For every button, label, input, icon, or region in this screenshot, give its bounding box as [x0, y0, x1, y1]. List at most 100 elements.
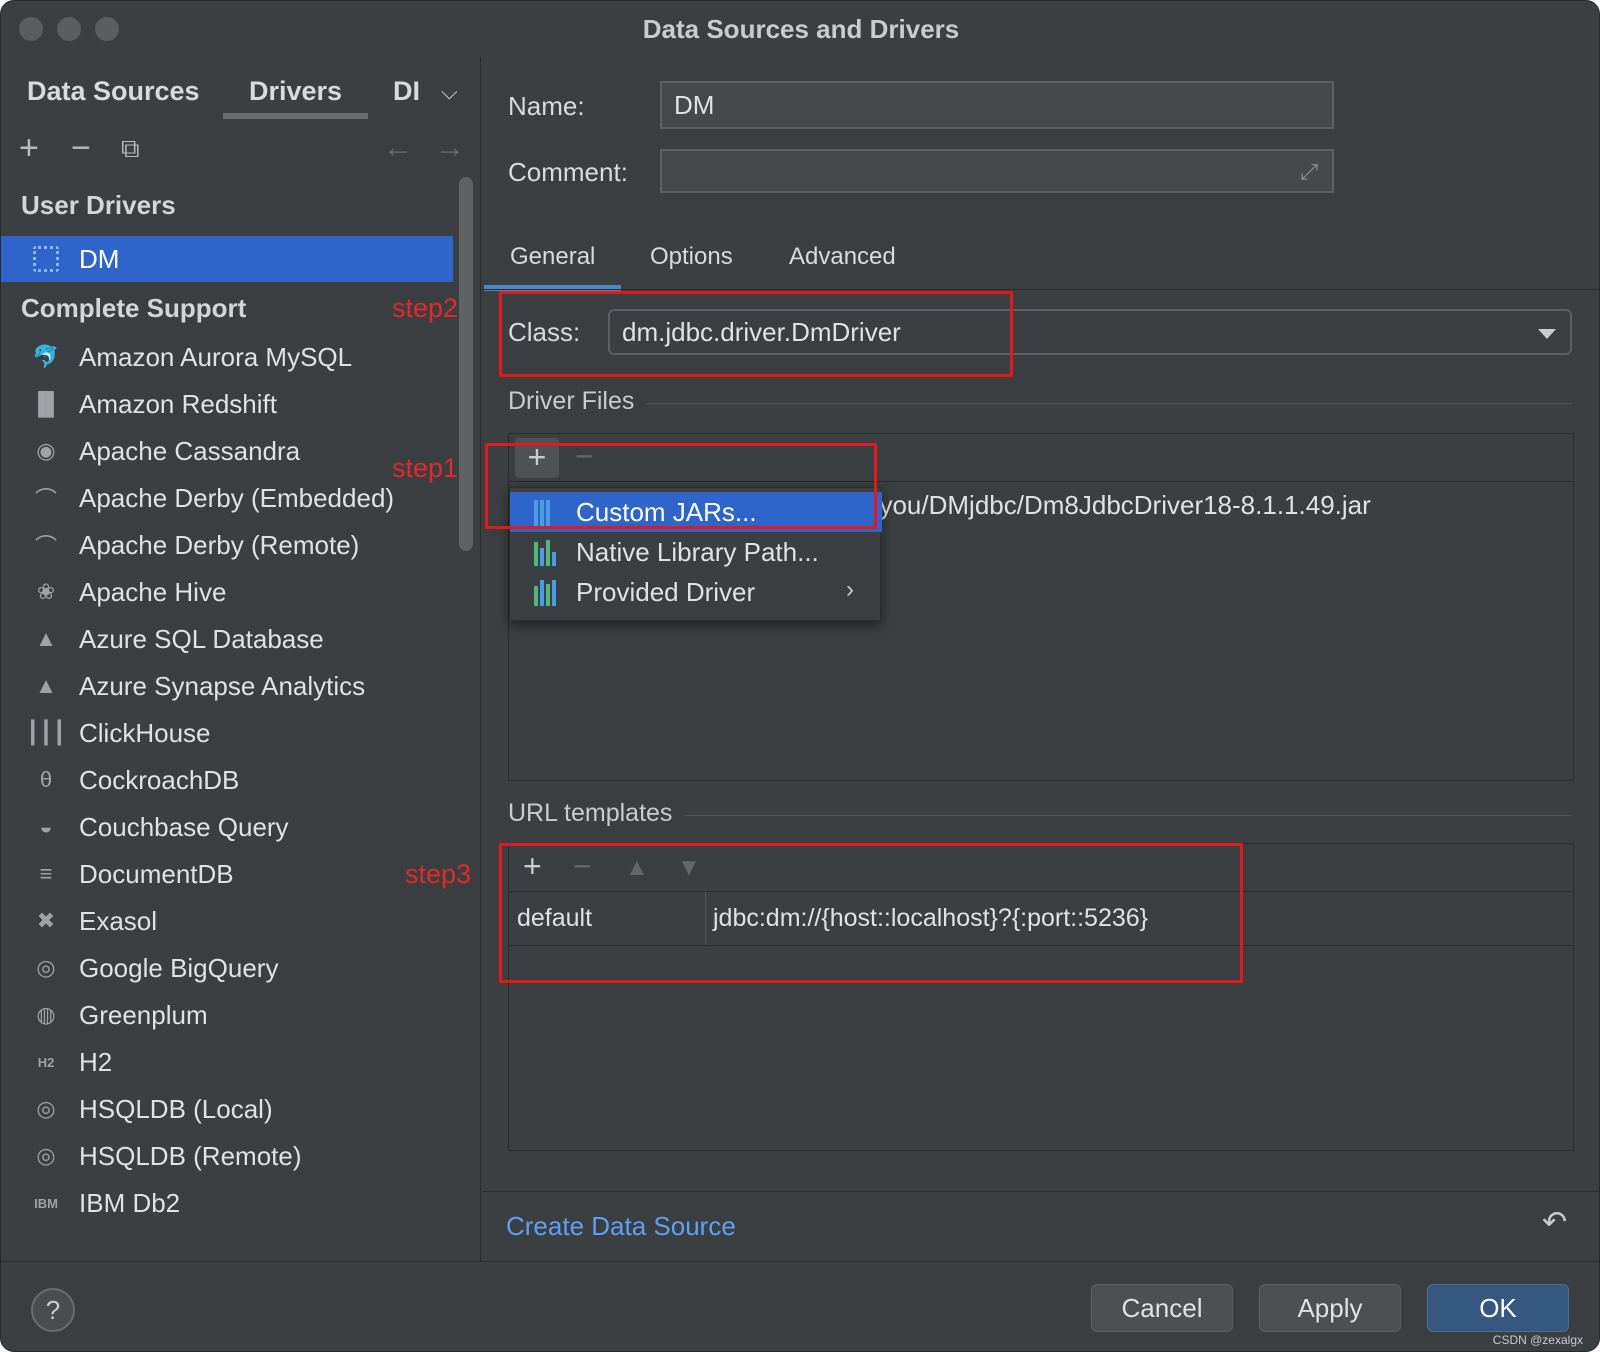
menu-item-native-library-path[interactable]: Native Library Path...	[510, 532, 882, 572]
menu-item-label: Native Library Path...	[576, 536, 819, 567]
cancel-button[interactable]: Cancel	[1091, 1284, 1233, 1332]
driver-label: Apache Cassandra	[79, 435, 301, 466]
driver-label: Amazon Aurora MySQL	[79, 341, 353, 372]
driver-item[interactable]: ◎ Google BigQuery	[1, 945, 453, 991]
back-arrow-icon[interactable]: ←	[383, 123, 413, 173]
driver-label: ClickHouse	[79, 717, 211, 748]
zoom-window-button[interactable]	[95, 17, 119, 41]
driver-item[interactable]: 🐬 Amazon Aurora MySQL	[1, 334, 453, 380]
dolphin-icon: 🐬	[32, 344, 60, 369]
bars-icon: ┃┃┃	[26, 720, 66, 745]
tab-general[interactable]: General	[483, 243, 622, 291]
remove-icon[interactable]: −	[71, 123, 91, 173]
driver-label: Azure Synapse Analytics	[79, 670, 366, 701]
tab-advanced[interactable]: Advanced	[789, 243, 896, 271]
x-icon: ✖	[36, 908, 56, 933]
user-drivers-header: User Drivers	[21, 190, 176, 220]
minimize-window-button[interactable]	[57, 17, 81, 41]
driver-item[interactable]: ≡ DocumentDB	[1, 851, 453, 897]
close-window-button[interactable]	[19, 17, 43, 41]
expand-icon[interactable]: ⤢	[1300, 159, 1318, 185]
dialog-window: Data Sources and Drivers Data Sources Dr…	[0, 0, 1600, 1352]
forward-arrow-icon[interactable]: →	[435, 123, 465, 173]
driver-item[interactable]: ❀ Apache Hive	[1, 569, 453, 615]
driver-label: Apache Derby (Remote)	[79, 529, 360, 560]
driver-item[interactable]: ◍ Greenplum	[1, 992, 453, 1038]
menu-item-provided-driver[interactable]: Provided Driver ›	[510, 572, 882, 612]
driver-label: Apache Derby (Embedded)	[79, 482, 395, 513]
driver-file-path[interactable]: gyou/DMjdbc/Dm8JdbcDriver18-8.1.1.49.jar	[865, 490, 1371, 521]
left-toolbar: + − ⧉ ← →	[1, 123, 481, 173]
driver-item[interactable]: ✖ Exasol	[1, 898, 453, 944]
driver-label: IBM Db2	[79, 1187, 181, 1218]
comment-label: Comment:	[508, 157, 628, 187]
driver-item[interactable]: ◎ HSQLDB (Remote)	[1, 1133, 453, 1179]
hat-icon: ⌒	[34, 534, 57, 559]
watermark: CSDN @zexalgx	[1492, 1333, 1583, 1347]
step2-highlight-box	[499, 291, 1013, 377]
tab-options[interactable]: Options	[650, 243, 733, 271]
driver-label: Couchbase Query	[79, 811, 289, 842]
driver-item[interactable]: ◉ Apache Cassandra	[1, 428, 453, 474]
bee-icon: ❀	[36, 579, 56, 604]
left-tab-bar: Data Sources Drivers DI ⌵	[1, 67, 481, 119]
chevron-down-icon[interactable]: ⌵	[441, 79, 458, 105]
redshift-icon: ▐▌	[30, 391, 62, 416]
complete-support-header: Complete Support	[21, 293, 247, 323]
driver-item-dm[interactable]: DM	[1, 236, 453, 282]
chevron-right-icon: ›	[846, 576, 854, 603]
driver-label: DocumentDB	[79, 858, 234, 889]
apply-button[interactable]: Apply	[1259, 1284, 1401, 1332]
driver-label: H2	[79, 1046, 113, 1077]
couchbase-icon: ◒	[39, 814, 53, 839]
driver-label: Exasol	[79, 905, 158, 936]
driver-label: HSQLDB (Remote)	[79, 1140, 302, 1171]
dm-driver-icon	[29, 242, 63, 276]
ok-button[interactable]: OK	[1427, 1284, 1569, 1332]
driver-item[interactable]: ▲ Azure Synapse Analytics	[1, 663, 453, 709]
driver-item[interactable]: H2 H2	[1, 1039, 453, 1085]
hsqldb-icon: ◎	[36, 1096, 56, 1121]
h2-icon: H2	[37, 1054, 55, 1070]
title-bar: Data Sources and Drivers	[1, 1, 1599, 57]
driver-files-separator	[508, 403, 1572, 404]
driver-label: HSQLDB (Local)	[79, 1093, 273, 1124]
driver-item[interactable]: ⌒ Apache Derby (Remote)	[1, 522, 453, 568]
driver-label: Apache Hive	[79, 576, 227, 607]
create-data-source-link[interactable]: Create Data Source	[506, 1211, 736, 1242]
window-title: Data Sources and Drivers	[642, 13, 960, 44]
name-field[interactable]: DM	[660, 81, 1334, 129]
database-icon: ≡	[39, 861, 53, 886]
driver-item[interactable]: θ CockroachDB	[1, 757, 453, 803]
name-value: DM	[674, 89, 715, 120]
left-panel: Data Sources Drivers DI ⌵ + − ⧉ ← → User…	[1, 57, 481, 1261]
help-button[interactable]: ?	[31, 1288, 75, 1332]
driver-item[interactable]: IBM IBM Db2	[1, 1180, 453, 1226]
driver-item[interactable]: ▐▌ Amazon Redshift	[1, 381, 453, 427]
driver-item[interactable]: ◒ Couchbase Query	[1, 804, 453, 850]
tab-ddl-mappings[interactable]: DI	[393, 67, 429, 117]
tab-data-sources[interactable]: Data Sources	[27, 67, 200, 117]
bigquery-icon: ◎	[36, 955, 56, 980]
driver-item[interactable]: ┃┃┃ ClickHouse	[1, 710, 453, 756]
dialog-footer: ? Cancel Apply OK CSDN @zexalgx	[1, 1261, 1599, 1351]
step2-annotation: step2	[392, 293, 459, 323]
driver-item[interactable]: ◎ HSQLDB (Local)	[1, 1086, 453, 1132]
duplicate-icon[interactable]: ⧉	[121, 123, 140, 173]
right-panel: Name: DM Comment: ⤢ General Options Adva…	[482, 57, 1599, 1261]
comment-field[interactable]: ⤢	[660, 149, 1334, 193]
url-templates-title: URL templates	[508, 799, 685, 828]
driver-label: Greenplum	[79, 999, 208, 1030]
greenplum-icon: ◍	[36, 1002, 56, 1027]
tab-drivers[interactable]: Drivers	[222, 67, 369, 119]
step1-highlight-box	[485, 443, 877, 529]
driver-item[interactable]: ⌒ Apache Derby (Embedded)	[1, 475, 453, 521]
revert-icon[interactable]: ↶	[1542, 1205, 1567, 1240]
driver-item[interactable]: ▲ Azure SQL Database	[1, 616, 453, 662]
hsqldb-icon: ◎	[36, 1143, 56, 1168]
step3-annotation: step3	[405, 859, 472, 889]
cockroach-icon: θ	[39, 767, 53, 792]
ibm-db2-icon: IBM	[34, 1195, 58, 1211]
scrollbar[interactable]	[459, 177, 473, 551]
add-icon[interactable]: +	[19, 123, 39, 173]
